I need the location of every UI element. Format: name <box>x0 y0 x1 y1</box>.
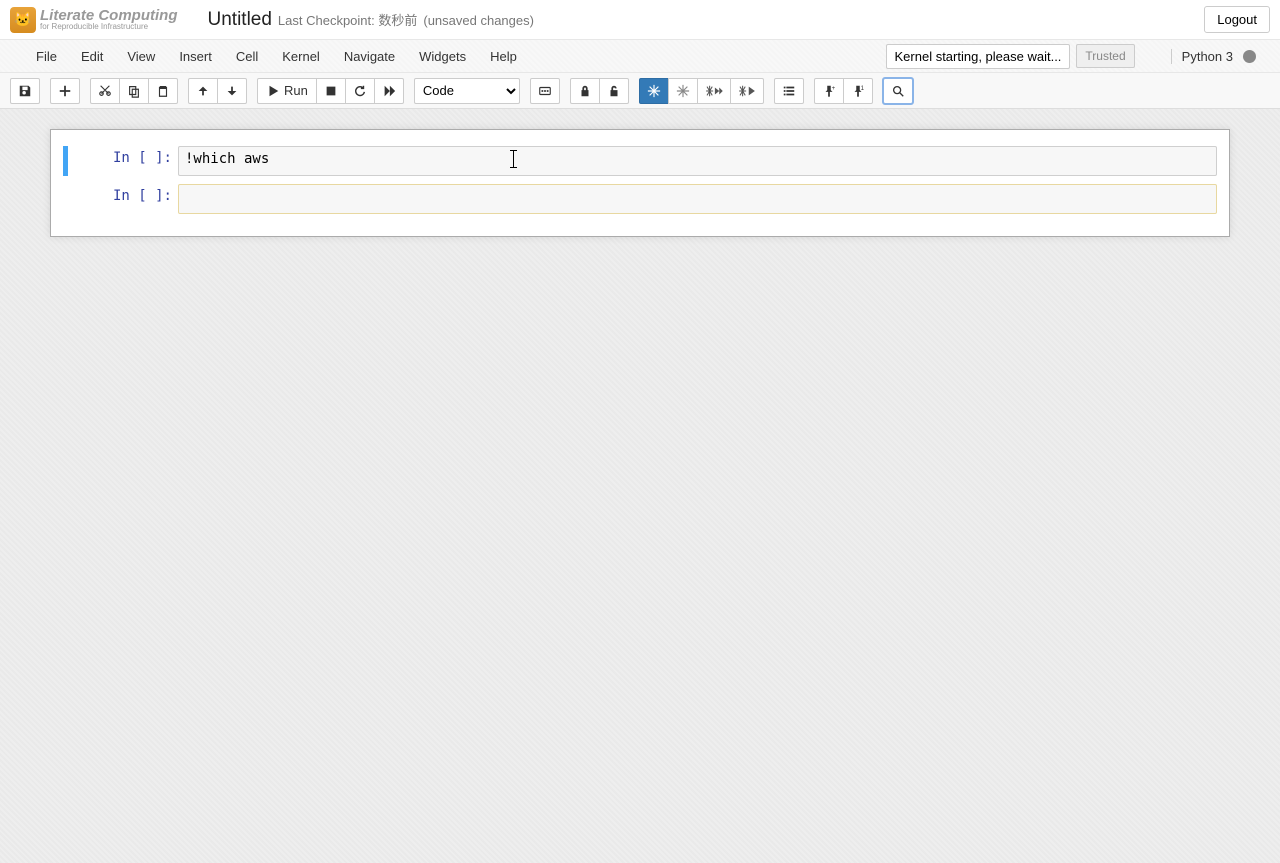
play-icon <box>266 84 280 98</box>
toolbar: Run Code + 1 <box>0 73 1280 109</box>
freeze-button[interactable] <box>639 78 669 104</box>
header: 🐱 Literate Computing for Reproducible In… <box>0 0 1280 40</box>
notebook-title[interactable]: Untitled <box>208 9 272 31</box>
trusted-badge[interactable]: Trusted <box>1076 44 1134 68</box>
save-button[interactable] <box>10 78 40 104</box>
menubar: File Edit View Insert Cell Kernel Naviga… <box>0 40 1280 73</box>
unfreeze-button[interactable] <box>668 78 698 104</box>
menu-insert[interactable]: Insert <box>167 40 224 73</box>
move-up-button[interactable] <box>188 78 218 104</box>
kernel-name[interactable]: Python 3 <box>1171 49 1233 64</box>
menu-cell[interactable]: Cell <box>224 40 270 73</box>
lock-button[interactable] <box>570 78 600 104</box>
logo-subtitle: for Reproducible Infrastructure <box>40 23 178 31</box>
unsaved-text: (unsaved changes) <box>423 13 534 28</box>
cut-button[interactable] <box>90 78 120 104</box>
add-cell-button[interactable] <box>50 78 80 104</box>
run-label: Run <box>284 83 308 98</box>
cell-prompt: In [ ]: <box>68 146 178 176</box>
text-cursor-icon <box>513 150 514 168</box>
cell-prompt: In [ ]: <box>68 184 178 214</box>
menu-view[interactable]: View <box>115 40 167 73</box>
run-button[interactable]: Run <box>257 78 317 104</box>
notebook-background: In [ ]: !which aws In [ ]: <box>0 109 1280 863</box>
cell-type-select[interactable]: Code <box>414 78 520 104</box>
toc-button[interactable] <box>774 78 804 104</box>
logo-title: Literate Computing <box>40 8 178 23</box>
menu-file[interactable]: File <box>24 40 69 73</box>
cell-input[interactable]: !which aws <box>178 146 1217 176</box>
code-cell[interactable]: In [ ]: !which aws <box>57 142 1223 180</box>
freeze-all-button[interactable] <box>730 78 764 104</box>
menu-edit[interactable]: Edit <box>69 40 115 73</box>
cell-input[interactable] <box>178 184 1217 214</box>
command-palette-button[interactable] <box>530 78 560 104</box>
restart-button[interactable] <box>345 78 375 104</box>
menu-kernel[interactable]: Kernel <box>270 40 332 73</box>
pin-add-button[interactable]: + <box>814 78 844 104</box>
pin-remove-button[interactable]: 1 <box>843 78 873 104</box>
checkpoint-text: Last Checkpoint: 数秒前 <box>278 10 417 29</box>
code-cell[interactable]: In [ ]: <box>57 180 1223 218</box>
notebook-container: In [ ]: !which aws In [ ]: <box>50 129 1230 237</box>
move-down-button[interactable] <box>217 78 247 104</box>
menu-navigate[interactable]: Navigate <box>332 40 407 73</box>
paste-button[interactable] <box>148 78 178 104</box>
svg-text:1: 1 <box>860 85 864 92</box>
restart-run-all-button[interactable] <box>374 78 404 104</box>
interrupt-button[interactable] <box>316 78 346 104</box>
cell-source: !which aws <box>185 151 269 167</box>
menu-help[interactable]: Help <box>478 40 529 73</box>
svg-text:+: + <box>831 85 835 92</box>
kernel-status: Kernel starting, please wait... <box>886 44 1071 69</box>
logo-icon: 🐱 <box>10 7 36 33</box>
freeze-below-button[interactable] <box>697 78 731 104</box>
menu-widgets[interactable]: Widgets <box>407 40 478 73</box>
search-button[interactable] <box>883 78 913 104</box>
kernel-indicator-icon <box>1243 50 1256 63</box>
logo[interactable]: 🐱 Literate Computing for Reproducible In… <box>10 7 178 33</box>
copy-button[interactable] <box>119 78 149 104</box>
unlock-button[interactable] <box>599 78 629 104</box>
logout-button[interactable]: Logout <box>1204 6 1270 33</box>
